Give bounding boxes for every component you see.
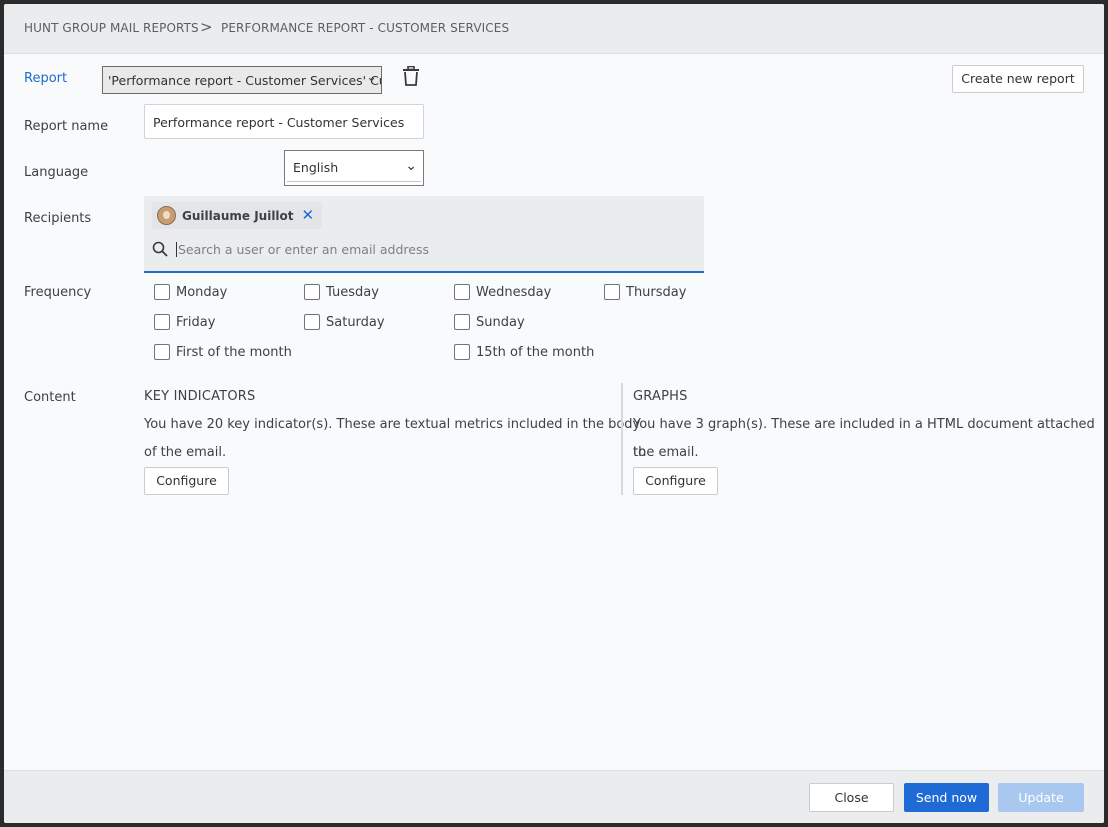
search-icon	[152, 241, 168, 257]
checkbox-label: Wednesday	[476, 284, 552, 300]
checkbox[interactable]	[454, 344, 470, 360]
graphs-text-2: the email.	[633, 445, 699, 460]
update-button[interactable]: Update	[998, 783, 1084, 812]
checkbox-label: Sunday	[476, 314, 525, 330]
send-now-button[interactable]: Send now	[904, 783, 989, 812]
checkbox-label: Friday	[176, 314, 216, 330]
recipient-chip: Guillaume Juillot ✕	[152, 202, 323, 229]
key-indicators-text-1: You have 20 key indicator(s). These are …	[144, 417, 641, 432]
checkbox-label: Monday	[176, 284, 228, 300]
close-button[interactable]: Close	[809, 783, 894, 812]
frequency-15th-of-month[interactable]: 15th of the month	[454, 344, 594, 360]
breadcrumb-current: PERFORMANCE REPORT - CUSTOMER SERVICES	[221, 21, 510, 35]
language-underline	[287, 181, 421, 182]
checkbox-label: Tuesday	[326, 284, 379, 300]
checkbox-label: Saturday	[326, 314, 385, 330]
content-label: Content	[24, 390, 76, 405]
language-label: Language	[24, 165, 89, 180]
checkbox[interactable]	[154, 284, 170, 300]
recipient-search[interactable]: Search a user or enter an email address	[152, 241, 429, 257]
recipients-field[interactable]: Guillaume Juillot ✕ Search a user or ent…	[144, 196, 704, 273]
checkbox-label: First of the month	[176, 344, 292, 360]
dialog-header: HUNT GROUP MAIL REPORTS > PERFORMANCE RE…	[4, 4, 1104, 54]
dialog-footer: Close Send now Update	[4, 770, 1104, 823]
checkbox[interactable]	[154, 314, 170, 330]
checkbox[interactable]	[154, 344, 170, 360]
checkbox[interactable]	[454, 314, 470, 330]
report-name-label: Report name	[24, 119, 109, 134]
key-indicators-title: KEY INDICATORS	[144, 389, 256, 404]
recipients-label: Recipients	[24, 211, 92, 226]
content-divider	[621, 383, 623, 495]
checkbox-label: 15th of the month	[476, 344, 595, 360]
recipient-name: Guillaume Juillot	[182, 208, 294, 223]
frequency-monday[interactable]: Monday	[154, 284, 227, 300]
breadcrumb-separator: >	[200, 18, 213, 36]
checkbox[interactable]	[304, 314, 320, 330]
frequency-thursday[interactable]: Thursday	[604, 284, 686, 300]
report-name-input[interactable]: Performance report - Customer Services	[144, 104, 424, 139]
checkbox-label: Thursday	[626, 284, 687, 300]
remove-recipient-icon[interactable]: ✕	[302, 208, 315, 223]
graphs-title: GRAPHS	[633, 389, 688, 404]
chevron-down-icon: ⌄	[405, 158, 417, 174]
configure-key-indicators-button[interactable]: Configure	[144, 467, 229, 495]
frequency-saturday[interactable]: Saturday	[304, 314, 385, 330]
key-indicators-text-2: of the email.	[144, 445, 227, 460]
create-new-report-button[interactable]: Create new report	[952, 65, 1084, 93]
language-select[interactable]: English ⌄	[284, 150, 424, 186]
frequency-sunday[interactable]: Sunday	[454, 314, 525, 330]
avatar	[157, 206, 176, 225]
frequency-first-of-month[interactable]: First of the month	[154, 344, 292, 360]
checkbox[interactable]	[604, 284, 620, 300]
graphs-text-1: You have 3 graph(s). These are included …	[633, 417, 1095, 460]
configure-graphs-button[interactable]: Configure	[633, 467, 718, 495]
trash-icon[interactable]	[402, 66, 420, 86]
checkbox[interactable]	[304, 284, 320, 300]
chevron-down-icon: ⌄	[366, 70, 377, 85]
frequency-wednesday[interactable]: Wednesday	[454, 284, 551, 300]
report-select-value: 'Performance report - Customer Services'…	[108, 73, 381, 88]
frequency-tuesday[interactable]: Tuesday	[304, 284, 379, 300]
frequency-friday[interactable]: Friday	[154, 314, 215, 330]
checkbox[interactable]	[454, 284, 470, 300]
language-value: English	[293, 160, 339, 175]
report-select[interactable]: 'Performance report - Customer Services'…	[102, 66, 382, 94]
recipient-search-input[interactable]: Search a user or enter an email address	[176, 241, 429, 257]
report-dialog: HUNT GROUP MAIL REPORTS > PERFORMANCE RE…	[4, 4, 1104, 823]
report-label: Report	[24, 71, 68, 86]
frequency-label: Frequency	[24, 285, 92, 300]
breadcrumb-root[interactable]: HUNT GROUP MAIL REPORTS	[24, 21, 199, 35]
